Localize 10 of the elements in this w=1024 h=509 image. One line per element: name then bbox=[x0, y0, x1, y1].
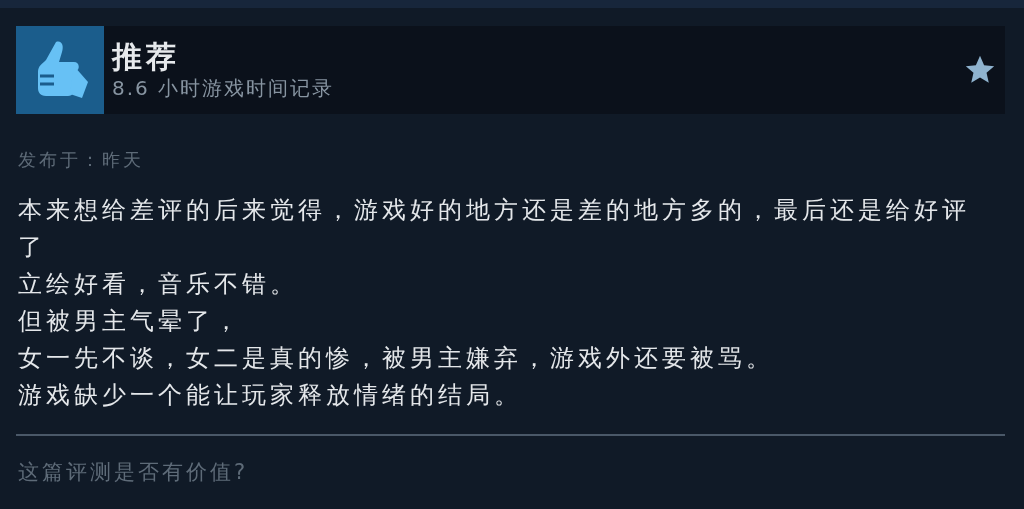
review-text-line: 游戏缺少一个能让玩家释放情绪的结局。 bbox=[18, 380, 523, 411]
review-text-line: 本来想给差评的后来觉得，游戏好的地方还是差的地方多的，最后还是给好评了 bbox=[18, 195, 971, 263]
review-text-line: 但被男主气晕了， bbox=[18, 306, 243, 337]
recommendation-verdict: 推荐 bbox=[112, 39, 181, 75]
helpful-prompt: 这篇评测是否有价值? bbox=[18, 459, 250, 486]
review-text-line: 女一先不谈，女二是真的惨，被男主嫌弃，游戏外还要被骂。 bbox=[18, 343, 775, 374]
playtime-text: 8.6 小时游戏时间记录 bbox=[112, 75, 336, 101]
thumbs-up-icon bbox=[16, 26, 104, 114]
review-text-line: 立绘好看，音乐不错。 bbox=[18, 269, 299, 300]
posted-date: 发布于：昨天 bbox=[18, 148, 145, 172]
